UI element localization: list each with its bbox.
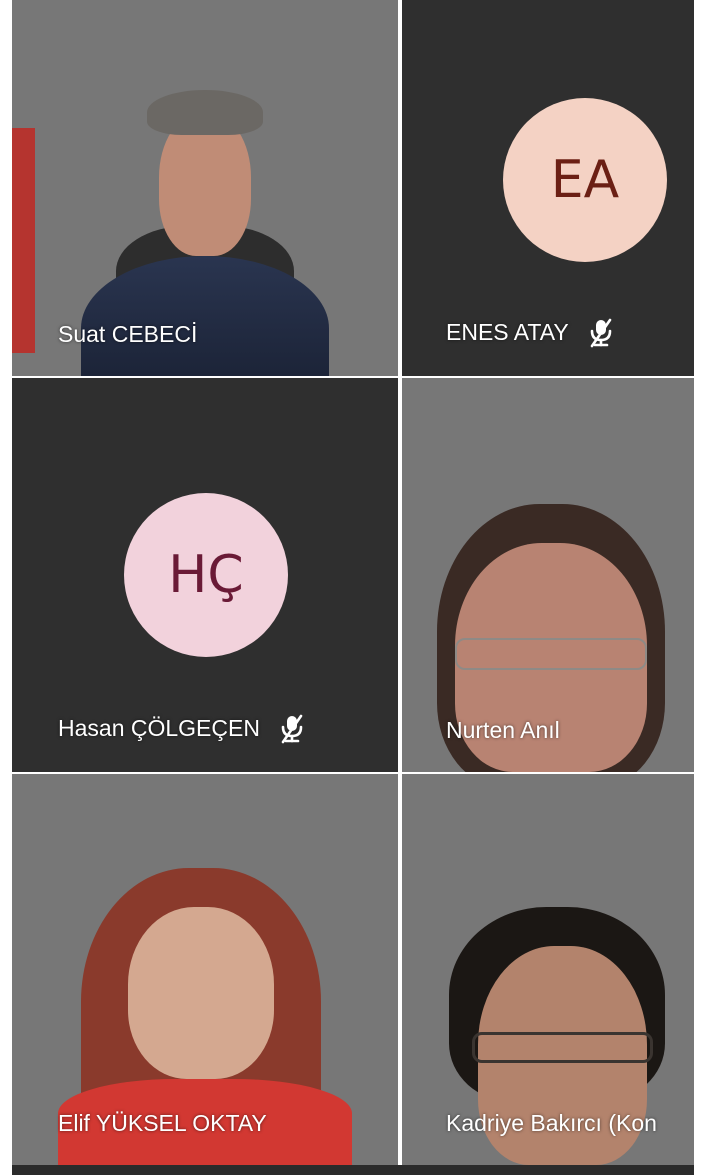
- participant-avatar: HÇ: [124, 493, 288, 657]
- participant-tile-suat-cebeci[interactable]: Suat CEBECİ: [12, 0, 398, 376]
- participant-avatar: EA: [503, 98, 667, 262]
- flag-background: [12, 127, 36, 354]
- participant-name: Suat CEBECİ: [58, 321, 198, 347]
- participant-video-glasses: [472, 1032, 654, 1064]
- participant-name-row: Suat CEBECİ: [58, 321, 197, 348]
- participant-tile-enes-atay[interactable]: EA ENES ATAY: [402, 0, 694, 376]
- participant-tile-elif-yuksel-oktay[interactable]: Elif YÜKSEL OKTAY: [12, 774, 398, 1165]
- participant-name-row: Elif YÜKSEL OKTAY: [58, 1110, 267, 1137]
- bottom-bar: [12, 1165, 694, 1175]
- mic-muted-icon: [585, 316, 617, 348]
- participant-video-hair: [147, 90, 263, 136]
- participant-tile-nurten-anil[interactable]: Nurten Anıl: [402, 378, 694, 772]
- participant-video-glasses: [454, 638, 648, 670]
- participant-name: Elif YÜKSEL OKTAY: [58, 1110, 267, 1136]
- participant-name: Nurten Anıl: [446, 717, 560, 743]
- video-grid: Suat CEBECİ EA ENES ATAY HÇ Hasan ÇÖLGEÇ…: [12, 0, 694, 1165]
- participant-name-row: Kadriye Bakırcı (Kon: [446, 1110, 657, 1137]
- avatar-initials: HÇ: [168, 545, 244, 605]
- avatar-initials: EA: [550, 150, 620, 210]
- participant-name-row: Hasan ÇÖLGEÇEN: [58, 712, 308, 744]
- participant-name: ENES ATAY: [446, 318, 569, 345]
- participant-name: Hasan ÇÖLGEÇEN: [58, 714, 260, 741]
- participant-name: Kadriye Bakırcı (Kon: [446, 1110, 657, 1136]
- mic-muted-icon: [276, 712, 308, 744]
- participant-video-face: [127, 906, 275, 1079]
- participant-tile-hasan-colgecen[interactable]: HÇ Hasan ÇÖLGEÇEN: [12, 378, 398, 772]
- participant-name-row: Nurten Anıl: [446, 717, 560, 744]
- participant-name-row: ENES ATAY: [446, 316, 617, 348]
- participant-tile-kadriye-bakirci[interactable]: Kadriye Bakırcı (Kon: [402, 774, 694, 1165]
